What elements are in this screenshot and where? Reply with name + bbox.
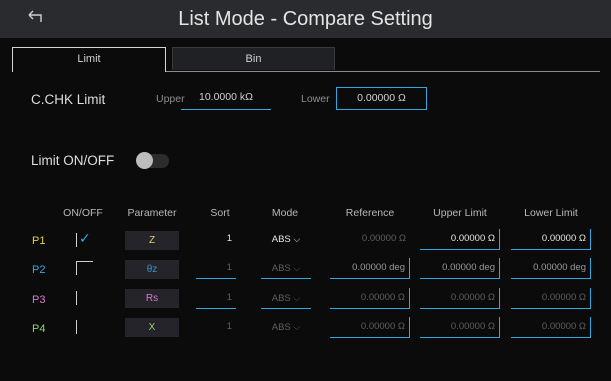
row-p1-mode[interactable]: ABS ⌵	[261, 229, 311, 250]
row-p2-mode[interactable]: ABS ⌵	[261, 258, 311, 279]
row-p1-checkbox[interactable]: ✓	[76, 230, 91, 247]
row-p2-lower-limit[interactable]: 0.00000 deg	[511, 258, 591, 279]
cchk-limit-label: C.CHK Limit	[31, 92, 106, 107]
cchk-upper-field[interactable]: 10.0000 kΩ	[181, 87, 271, 110]
row-label-p2: P2	[32, 264, 46, 276]
row-p3-sort[interactable]: 1	[196, 288, 236, 309]
row-p1-mode-value: ABS	[271, 234, 291, 245]
chevron-down-icon: ⌵	[293, 293, 301, 303]
row-p4-reference[interactable]: 0.00000 Ω	[330, 317, 410, 338]
col-header-reference: Reference	[345, 207, 395, 219]
row-p4-upper-limit[interactable]: 0.00000 Ω	[420, 317, 500, 338]
row-p1-lower-limit[interactable]: 0.00000 Ω	[511, 229, 591, 250]
row-p4-parameter[interactable]: X	[125, 318, 179, 337]
row-label-p4: P4	[32, 323, 46, 335]
col-header-upper-limit: Upper Limit	[433, 207, 487, 219]
check-icon: ✓	[79, 230, 91, 246]
tab-bar: Limit Bin	[12, 47, 600, 72]
row-p1-sort[interactable]: 1	[196, 229, 236, 250]
row-p4-sort[interactable]: 1	[196, 317, 236, 338]
row-p4-checkbox[interactable]	[76, 320, 90, 334]
row-label-p3: P3	[32, 294, 46, 306]
row-p1-parameter[interactable]: Z	[125, 231, 179, 250]
row-p2-parameter[interactable]: θz	[125, 260, 179, 279]
title-bar: List Mode - Compare Setting	[0, 0, 611, 38]
row-p2-upper-limit[interactable]: 0.00000 deg	[420, 258, 500, 279]
row-p2-reference[interactable]: 0.00000 deg	[330, 258, 410, 279]
row-p4-lower-limit[interactable]: 0.00000 Ω	[511, 317, 591, 338]
row-p3-upper-limit[interactable]: 0.00000 Ω	[420, 288, 500, 309]
col-header-onoff: ON/OFF	[63, 207, 103, 219]
chevron-down-icon: ⌵	[293, 263, 301, 273]
tab-bin[interactable]: Bin	[172, 47, 335, 70]
chevron-down-icon: ⌵	[293, 234, 301, 244]
col-header-sort: Sort	[210, 207, 230, 219]
row-label-p1: P1	[32, 235, 46, 247]
page-title: List Mode - Compare Setting	[178, 8, 433, 30]
row-p4-mode-value: ABS	[271, 322, 291, 333]
col-header-lower-limit: Lower Limit	[524, 207, 578, 219]
row-p3-checkbox[interactable]	[76, 291, 90, 305]
cchk-lower-field[interactable]: 0.00000 Ω	[336, 87, 427, 110]
row-p3-lower-limit[interactable]: 0.00000 Ω	[511, 288, 591, 309]
col-header-parameter: Parameter	[127, 207, 177, 219]
row-p4-mode[interactable]: ABS ⌵	[261, 317, 311, 338]
limit-onoff-label: Limit ON/OFF	[31, 153, 115, 168]
row-p3-mode-value: ABS	[271, 293, 291, 304]
tab-limit[interactable]: Limit	[12, 47, 166, 72]
col-header-mode: Mode	[271, 207, 299, 219]
row-p2-checkbox[interactable]	[76, 261, 93, 275]
row-p3-reference[interactable]: 0.00000 Ω	[330, 288, 410, 309]
row-p2-sort[interactable]: 1	[196, 258, 236, 279]
row-p3-parameter[interactable]: Rs	[125, 289, 179, 308]
toggle-knob	[136, 152, 153, 169]
cchk-lower-label: Lower	[301, 93, 330, 105]
chevron-down-icon: ⌵	[293, 322, 301, 332]
row-p1-reference[interactable]: 0.00000 Ω	[330, 229, 410, 250]
row-p2-mode-value: ABS	[271, 263, 291, 274]
row-p3-mode[interactable]: ABS ⌵	[261, 288, 311, 309]
row-p1-upper-limit[interactable]: 0.00000 Ω	[420, 229, 500, 250]
limit-onoff-toggle[interactable]	[136, 152, 169, 169]
